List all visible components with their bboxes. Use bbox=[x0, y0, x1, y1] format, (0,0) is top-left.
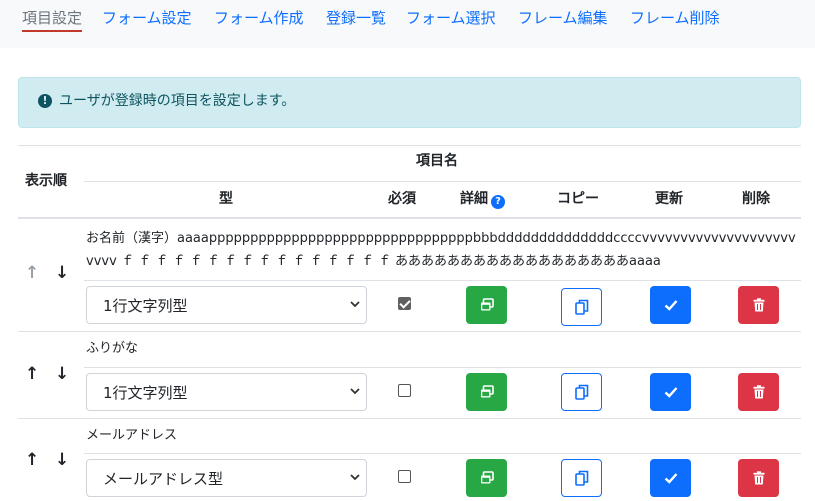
header-divider bbox=[84, 181, 801, 182]
header-delete: 削除 bbox=[742, 191, 770, 207]
detail-button[interactable] bbox=[466, 286, 507, 324]
tab-form-settings[interactable]: フォーム設定 bbox=[102, 8, 192, 28]
trash-icon bbox=[753, 471, 764, 485]
header-type: 型 bbox=[219, 191, 233, 207]
move-up-icon[interactable]: ↑ bbox=[25, 451, 39, 469]
row-divider bbox=[84, 453, 801, 454]
tab-frame-delete[interactable]: フレーム削除 bbox=[630, 8, 720, 28]
copy-button[interactable] bbox=[561, 373, 602, 411]
update-button[interactable] bbox=[650, 373, 691, 411]
copy-icon bbox=[574, 470, 588, 486]
header-update: 更新 bbox=[655, 191, 683, 207]
delete-button[interactable] bbox=[738, 286, 779, 324]
row-label: メールアドレス bbox=[86, 428, 178, 443]
detail-button[interactable] bbox=[466, 459, 507, 497]
top-nav: 項目設定 フォーム設定 フォーム作成 登録一覧 フォーム選択 フレーム編集 フレ… bbox=[0, 0, 815, 48]
update-button[interactable] bbox=[650, 286, 691, 324]
move-down-icon[interactable]: ↓ bbox=[55, 451, 69, 469]
type-select-value: 1行文字列型 bbox=[103, 384, 188, 402]
chevron-down-icon bbox=[350, 388, 360, 395]
delete-button[interactable] bbox=[738, 459, 779, 497]
header-required: 必須 bbox=[388, 191, 416, 207]
copy-button[interactable] bbox=[561, 459, 602, 497]
detail-button[interactable] bbox=[466, 373, 507, 411]
type-select[interactable]: 1行文字列型 bbox=[86, 373, 367, 411]
check-icon bbox=[664, 473, 677, 484]
row-border bbox=[18, 331, 801, 332]
move-up-icon[interactable]: ↑ bbox=[25, 264, 39, 282]
tab-frame-edit[interactable]: フレーム編集 bbox=[518, 8, 608, 28]
chevron-down-icon bbox=[350, 474, 360, 481]
chevron-down-icon bbox=[350, 301, 360, 308]
copy-button[interactable] bbox=[561, 288, 602, 326]
row-border bbox=[18, 418, 801, 419]
tab-registration-list[interactable]: 登録一覧 bbox=[326, 8, 386, 28]
type-select[interactable]: 1行文字列型 bbox=[86, 286, 367, 324]
check-icon bbox=[664, 300, 677, 311]
table-top-border bbox=[18, 145, 801, 146]
header-display-order: 表示順 bbox=[25, 173, 67, 189]
info-alert: ! ユーザが登録時の項目を設定します。 bbox=[18, 77, 801, 128]
trash-icon bbox=[753, 298, 764, 312]
row-divider bbox=[84, 367, 801, 368]
header-copy: コピー bbox=[557, 191, 599, 207]
type-select-value: メールアドレス型 bbox=[103, 470, 224, 488]
alert-text: ユーザが登録時の項目を設定します。 bbox=[59, 93, 296, 109]
update-button[interactable] bbox=[650, 459, 691, 497]
move-down-icon[interactable]: ↓ bbox=[55, 365, 69, 383]
window-restore-icon bbox=[480, 471, 494, 484]
header-bottom-border bbox=[18, 217, 801, 219]
copy-icon bbox=[574, 299, 588, 315]
check-icon bbox=[664, 387, 677, 398]
row-label: お名前（漢字）aaaappppppppppppppppppppppppppppp… bbox=[86, 231, 796, 269]
row-divider bbox=[84, 280, 801, 281]
required-checkbox[interactable] bbox=[398, 470, 411, 483]
tab-form-create[interactable]: フォーム作成 bbox=[214, 8, 304, 28]
exclamation-circle-icon: ! bbox=[38, 94, 52, 108]
window-restore-icon bbox=[480, 385, 494, 398]
trash-icon bbox=[753, 385, 764, 399]
move-down-icon[interactable]: ↓ bbox=[55, 264, 69, 282]
header-detail-label: 詳細 bbox=[460, 191, 488, 207]
row-label: ふりがな bbox=[86, 341, 139, 356]
header-detail: 詳細? bbox=[460, 190, 505, 209]
window-restore-icon bbox=[480, 298, 494, 311]
type-select[interactable]: メールアドレス型 bbox=[86, 459, 367, 497]
delete-button[interactable] bbox=[738, 373, 779, 411]
header-item-name: 項目名 bbox=[416, 153, 458, 169]
question-circle-icon[interactable]: ? bbox=[491, 195, 505, 209]
tab-item-settings[interactable]: 項目設定 bbox=[22, 8, 83, 32]
move-up-icon[interactable]: ↑ bbox=[25, 365, 39, 383]
copy-icon bbox=[574, 384, 588, 400]
type-select-value: 1行文字列型 bbox=[103, 297, 188, 315]
required-checkbox[interactable] bbox=[398, 384, 411, 397]
required-checkbox[interactable] bbox=[398, 297, 411, 310]
tab-form-select[interactable]: フォーム選択 bbox=[406, 8, 496, 28]
